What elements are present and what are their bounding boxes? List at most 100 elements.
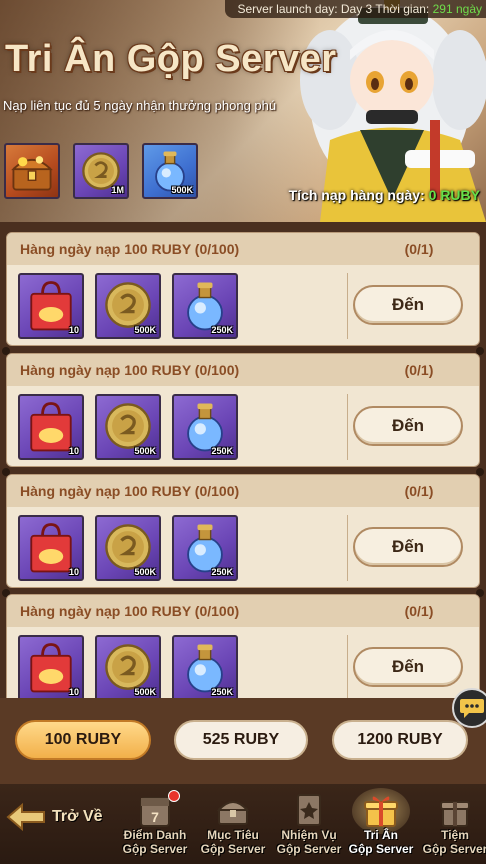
card-divider bbox=[347, 394, 348, 460]
reward-slot[interactable]: 10 bbox=[18, 394, 84, 460]
card-divider bbox=[347, 635, 348, 698]
nav-item-label: Nhiệm Vụ Gộp Server bbox=[272, 828, 346, 856]
reward-slot[interactable]: 250K bbox=[172, 273, 238, 339]
reward-quantity: 500K bbox=[134, 567, 156, 577]
task-reward-list: 10 500K 250K bbox=[18, 273, 238, 339]
task-label: Hàng ngày nạp 100 RUBY (0/100) bbox=[20, 603, 240, 619]
nav-label-line1: Điểm Danh bbox=[123, 828, 187, 842]
task-card: Hàng ngày nạp 100 RUBY (0/100) (0/1) 10 … bbox=[6, 594, 480, 698]
reward-quantity: 500K bbox=[134, 325, 156, 335]
time-left-value: 291 ngày bbox=[432, 2, 482, 16]
amount-tab-1200[interactable]: 1200 RUBY bbox=[332, 720, 468, 760]
reward-quantity: 250K bbox=[211, 687, 233, 697]
task-card: Hàng ngày nạp 100 RUBY (0/100) (0/1) 10 … bbox=[6, 353, 480, 467]
amount-tab-100[interactable]: 100 RUBY bbox=[15, 720, 151, 760]
task-card: Hàng ngày nạp 100 RUBY (0/100) (0/1) 10 … bbox=[6, 232, 480, 346]
reward-slot[interactable]: 10 bbox=[18, 515, 84, 581]
server-launch-info: Server launch day: Day 3 Thời gian: 291 … bbox=[225, 0, 486, 18]
reward-slot[interactable]: 10 bbox=[18, 635, 84, 698]
shop-gift-icon bbox=[440, 801, 470, 827]
reward-quantity: 10 bbox=[68, 446, 79, 456]
task-list[interactable]: Hàng ngày nạp 100 RUBY (0/100) (0/1) 10 … bbox=[0, 222, 486, 698]
task-header: Hàng ngày nạp 100 RUBY (0/100) (0/1) bbox=[7, 354, 479, 386]
reward-slot[interactable]: 500K bbox=[95, 394, 161, 460]
chat-bubble-icon bbox=[460, 699, 484, 718]
reward-quantity: 250K bbox=[211, 567, 233, 577]
nav-item-checkin[interactable]: 7 Điểm Danh Gộp Server bbox=[118, 788, 192, 862]
chat-button[interactable] bbox=[452, 688, 486, 728]
amount-tab-525[interactable]: 525 RUBY bbox=[174, 720, 308, 760]
server-launch-text: Server launch day: Day 3 bbox=[237, 2, 373, 16]
daily-topup-value: 0 RUBY bbox=[428, 187, 480, 203]
go-button[interactable]: Đến bbox=[353, 527, 463, 567]
nav-label-line1: Tri Ân bbox=[363, 828, 398, 842]
daily-topup-label: Tích nạp hàng ngày: bbox=[288, 187, 425, 203]
card-divider bbox=[347, 515, 348, 581]
go-button[interactable]: Đến bbox=[353, 285, 463, 325]
reward-slot[interactable]: 10 bbox=[18, 273, 84, 339]
treasure-chest-icon bbox=[11, 156, 53, 191]
nav-item-goal[interactable]: Mục Tiêu Gộp Server bbox=[196, 788, 270, 862]
reward-quantity: 500K bbox=[134, 446, 156, 456]
back-button[interactable]: Trở Về bbox=[6, 800, 106, 834]
reward-quantity: 250K bbox=[211, 325, 233, 335]
reward-slot[interactable]: 1M bbox=[73, 143, 129, 199]
nav-item-label: Mục Tiêu Gộp Server bbox=[196, 828, 270, 856]
reward-slot[interactable]: 250K bbox=[172, 635, 238, 698]
task-label: Hàng ngày nạp 100 RUBY (0/100) bbox=[20, 362, 240, 378]
reward-quantity: 250K bbox=[211, 446, 233, 456]
task-header: Hàng ngày nạp 100 RUBY (0/100) (0/1) bbox=[7, 595, 479, 627]
reward-slot[interactable]: 500K bbox=[95, 515, 161, 581]
nav-label-line1: Tiệm bbox=[441, 828, 469, 842]
card-divider bbox=[347, 273, 348, 339]
nav-label-line2: Gộp Server bbox=[122, 842, 188, 856]
reward-quantity: 10 bbox=[68, 687, 79, 697]
nav-label-line1: Mục Tiêu bbox=[207, 828, 259, 842]
nav-item-label: Tiệm Gộp Server bbox=[418, 828, 486, 856]
back-arrow-icon bbox=[6, 802, 45, 832]
task-progress: (0/1) bbox=[404, 603, 434, 619]
reward-slot[interactable]: 250K bbox=[172, 394, 238, 460]
go-button[interactable]: Đến bbox=[353, 647, 463, 687]
chest-icon bbox=[216, 801, 250, 825]
reward-slot[interactable]: 500K bbox=[95, 273, 161, 339]
reward-slot[interactable] bbox=[4, 143, 60, 199]
reward-slot[interactable]: 250K bbox=[172, 515, 238, 581]
task-progress: (0/1) bbox=[404, 362, 434, 378]
nav-item-label: Điểm Danh Gộp Server bbox=[118, 828, 192, 856]
nav-label-line2: Gộp Server bbox=[348, 842, 414, 856]
amount-tab-bar: 100 RUBY 525 RUBY 1200 RUBY bbox=[0, 698, 486, 784]
back-label: Trở Về bbox=[52, 808, 103, 825]
nav-item-quest[interactable]: Nhiệm Vụ Gộp Server bbox=[272, 788, 346, 862]
nav-label-line2: Gộp Server bbox=[422, 842, 486, 856]
task-header: Hàng ngày nạp 100 RUBY (0/100) (0/1) bbox=[7, 475, 479, 507]
daily-topup-status: Tích nạp hàng ngày: 0 RUBY bbox=[289, 187, 480, 203]
nav-item-gratitude[interactable]: Tri Ân Gộp Server bbox=[344, 788, 418, 862]
reward-quantity: 10 bbox=[68, 567, 79, 577]
reward-slot[interactable]: 500K bbox=[95, 635, 161, 698]
nav-label-line2: Gộp Server bbox=[200, 842, 266, 856]
event-banner: Server launch day: Day 3 Thời gian: 291 … bbox=[0, 0, 486, 222]
nav-label-line1: Nhiệm Vụ bbox=[281, 828, 337, 842]
nav-item-shop[interactable]: Tiệm Gộp Server bbox=[418, 788, 486, 862]
event-subtitle: Nạp liên tục đủ 5 ngày nhận thưởng phong… bbox=[3, 98, 277, 113]
task-header: Hàng ngày nạp 100 RUBY (0/100) (0/1) bbox=[7, 233, 479, 265]
quest-card-icon bbox=[297, 794, 321, 826]
time-left-label: Thời gian: bbox=[375, 2, 430, 16]
gift-box-icon bbox=[364, 796, 398, 827]
task-label: Hàng ngày nạp 100 RUBY (0/100) bbox=[20, 483, 240, 499]
reward-quantity: 500K bbox=[171, 185, 193, 195]
reward-quantity: 1M bbox=[111, 185, 124, 195]
nav-item-label: Tri Ân Gộp Server bbox=[344, 828, 418, 856]
task-label: Hàng ngày nạp 100 RUBY (0/100) bbox=[20, 241, 240, 257]
reward-quantity: 10 bbox=[68, 325, 79, 335]
bottom-nav: Trở Về 7 Điểm Danh Gộp Server Mục Tiêu G… bbox=[0, 784, 486, 864]
svg-text:7: 7 bbox=[151, 809, 159, 825]
task-progress: (0/1) bbox=[404, 241, 434, 257]
task-reward-list: 10 500K 250K bbox=[18, 515, 238, 581]
reward-slot[interactable]: 500K bbox=[142, 143, 198, 199]
task-progress: (0/1) bbox=[404, 483, 434, 499]
go-button[interactable]: Đến bbox=[353, 406, 463, 446]
nav-label-line2: Gộp Server bbox=[276, 842, 342, 856]
grand-reward-list: 1M 500K bbox=[4, 143, 198, 199]
